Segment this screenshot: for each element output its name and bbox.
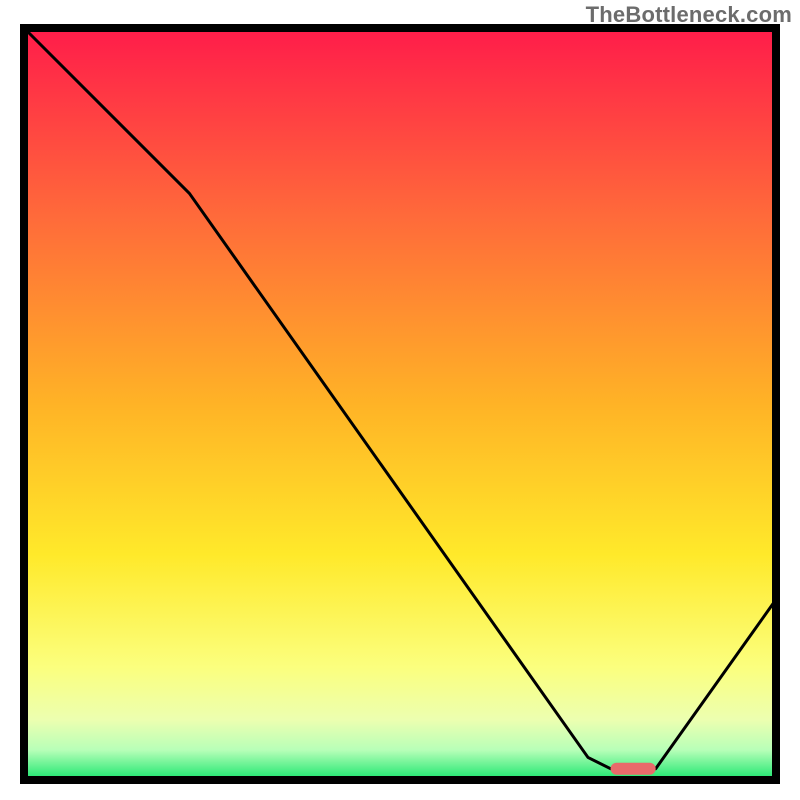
bottleneck-chart [0,0,800,800]
chart-container: TheBottleneck.com [0,0,800,800]
optimal-marker [611,763,656,775]
watermark-text: TheBottleneck.com [586,2,792,28]
